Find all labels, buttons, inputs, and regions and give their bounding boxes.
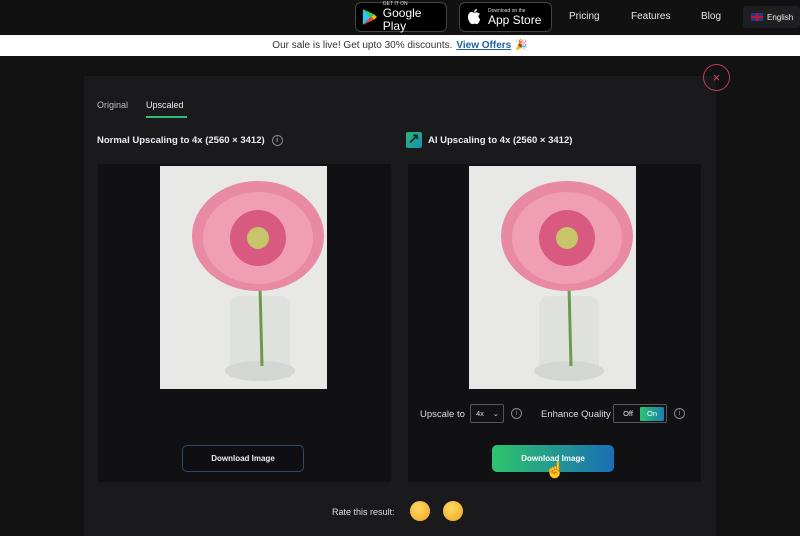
upscale-factor-value: 4x <box>476 409 484 418</box>
app-store-button[interactable]: Download on the App Store <box>459 2 552 32</box>
nav-blog[interactable]: Blog <box>701 11 721 22</box>
ai-upscaling-title-text: AI Upscaling to 4x (2560 × 3412) <box>428 134 573 146</box>
close-icon: × <box>712 70 721 85</box>
rate-label: Rate this result: <box>332 507 395 517</box>
google-play-button[interactable]: GET IT ON Google Play <box>355 1 447 33</box>
happy-face-emoji-button[interactable] <box>443 501 463 521</box>
sad-face-emoji-button[interactable] <box>410 501 430 521</box>
info-icon[interactable]: i <box>271 135 283 146</box>
apple-icon <box>468 9 480 25</box>
app-store-big-text: App Store <box>488 12 542 27</box>
toggle-on[interactable]: On <box>640 406 664 421</box>
view-offers-link[interactable]: View Offers <box>456 40 511 51</box>
top-navbar: GET IT ON Google Play Download on the Ap… <box>0 0 800 35</box>
normal-upscaling-title-text: Normal Upscaling to 4x (2560 × 3412) <box>97 135 265 146</box>
google-play-big-text: Google Play <box>382 6 422 33</box>
active-tab-indicator <box>146 116 187 118</box>
sale-banner: Our sale is live! Get upto 30% discounts… <box>0 35 800 56</box>
google-play-icon <box>362 9 377 25</box>
close-button[interactable]: × <box>703 64 730 91</box>
uk-flag-icon <box>751 13 763 21</box>
banner-text: Our sale is live! Get upto 30% discounts… <box>272 40 453 51</box>
toggle-off[interactable]: Off <box>616 407 640 421</box>
hand-cursor-icon: ☝ <box>545 462 565 479</box>
normal-upscaling-title: Normal Upscaling to 4x (2560 × 3412) i <box>97 135 283 146</box>
enhance-quality-label: Enhance Quality <box>541 409 611 420</box>
nav-features[interactable]: Features <box>631 11 670 22</box>
enhance-info-icon[interactable]: i <box>674 408 685 419</box>
download-normal-button[interactable]: Download Image <box>182 445 304 472</box>
language-selector[interactable]: English <box>743 6 800 28</box>
tab-upscaled[interactable]: Upscaled <box>146 100 184 110</box>
party-popper-icon: 🎉 <box>515 40 528 51</box>
ai-upscaling-title: AI Upscaling to 4x (2560 × 3412) <box>406 130 573 148</box>
nav-pricing[interactable]: Pricing <box>569 11 600 22</box>
normal-upscaled-image <box>160 166 327 389</box>
upscale-info-icon[interactable]: i <box>511 408 522 419</box>
language-label: English <box>767 12 794 22</box>
ai-upscaled-image <box>469 166 636 389</box>
chevron-down-icon: ⌄ <box>492 409 499 418</box>
tab-original[interactable]: Original <box>97 100 128 110</box>
upscale-to-label: Upscale to <box>420 409 465 420</box>
enhance-quality-toggle[interactable]: Off On <box>613 404 667 423</box>
upscale-factor-select[interactable]: 4x ⌄ <box>470 404 504 423</box>
ai-upscale-icon <box>406 130 422 148</box>
